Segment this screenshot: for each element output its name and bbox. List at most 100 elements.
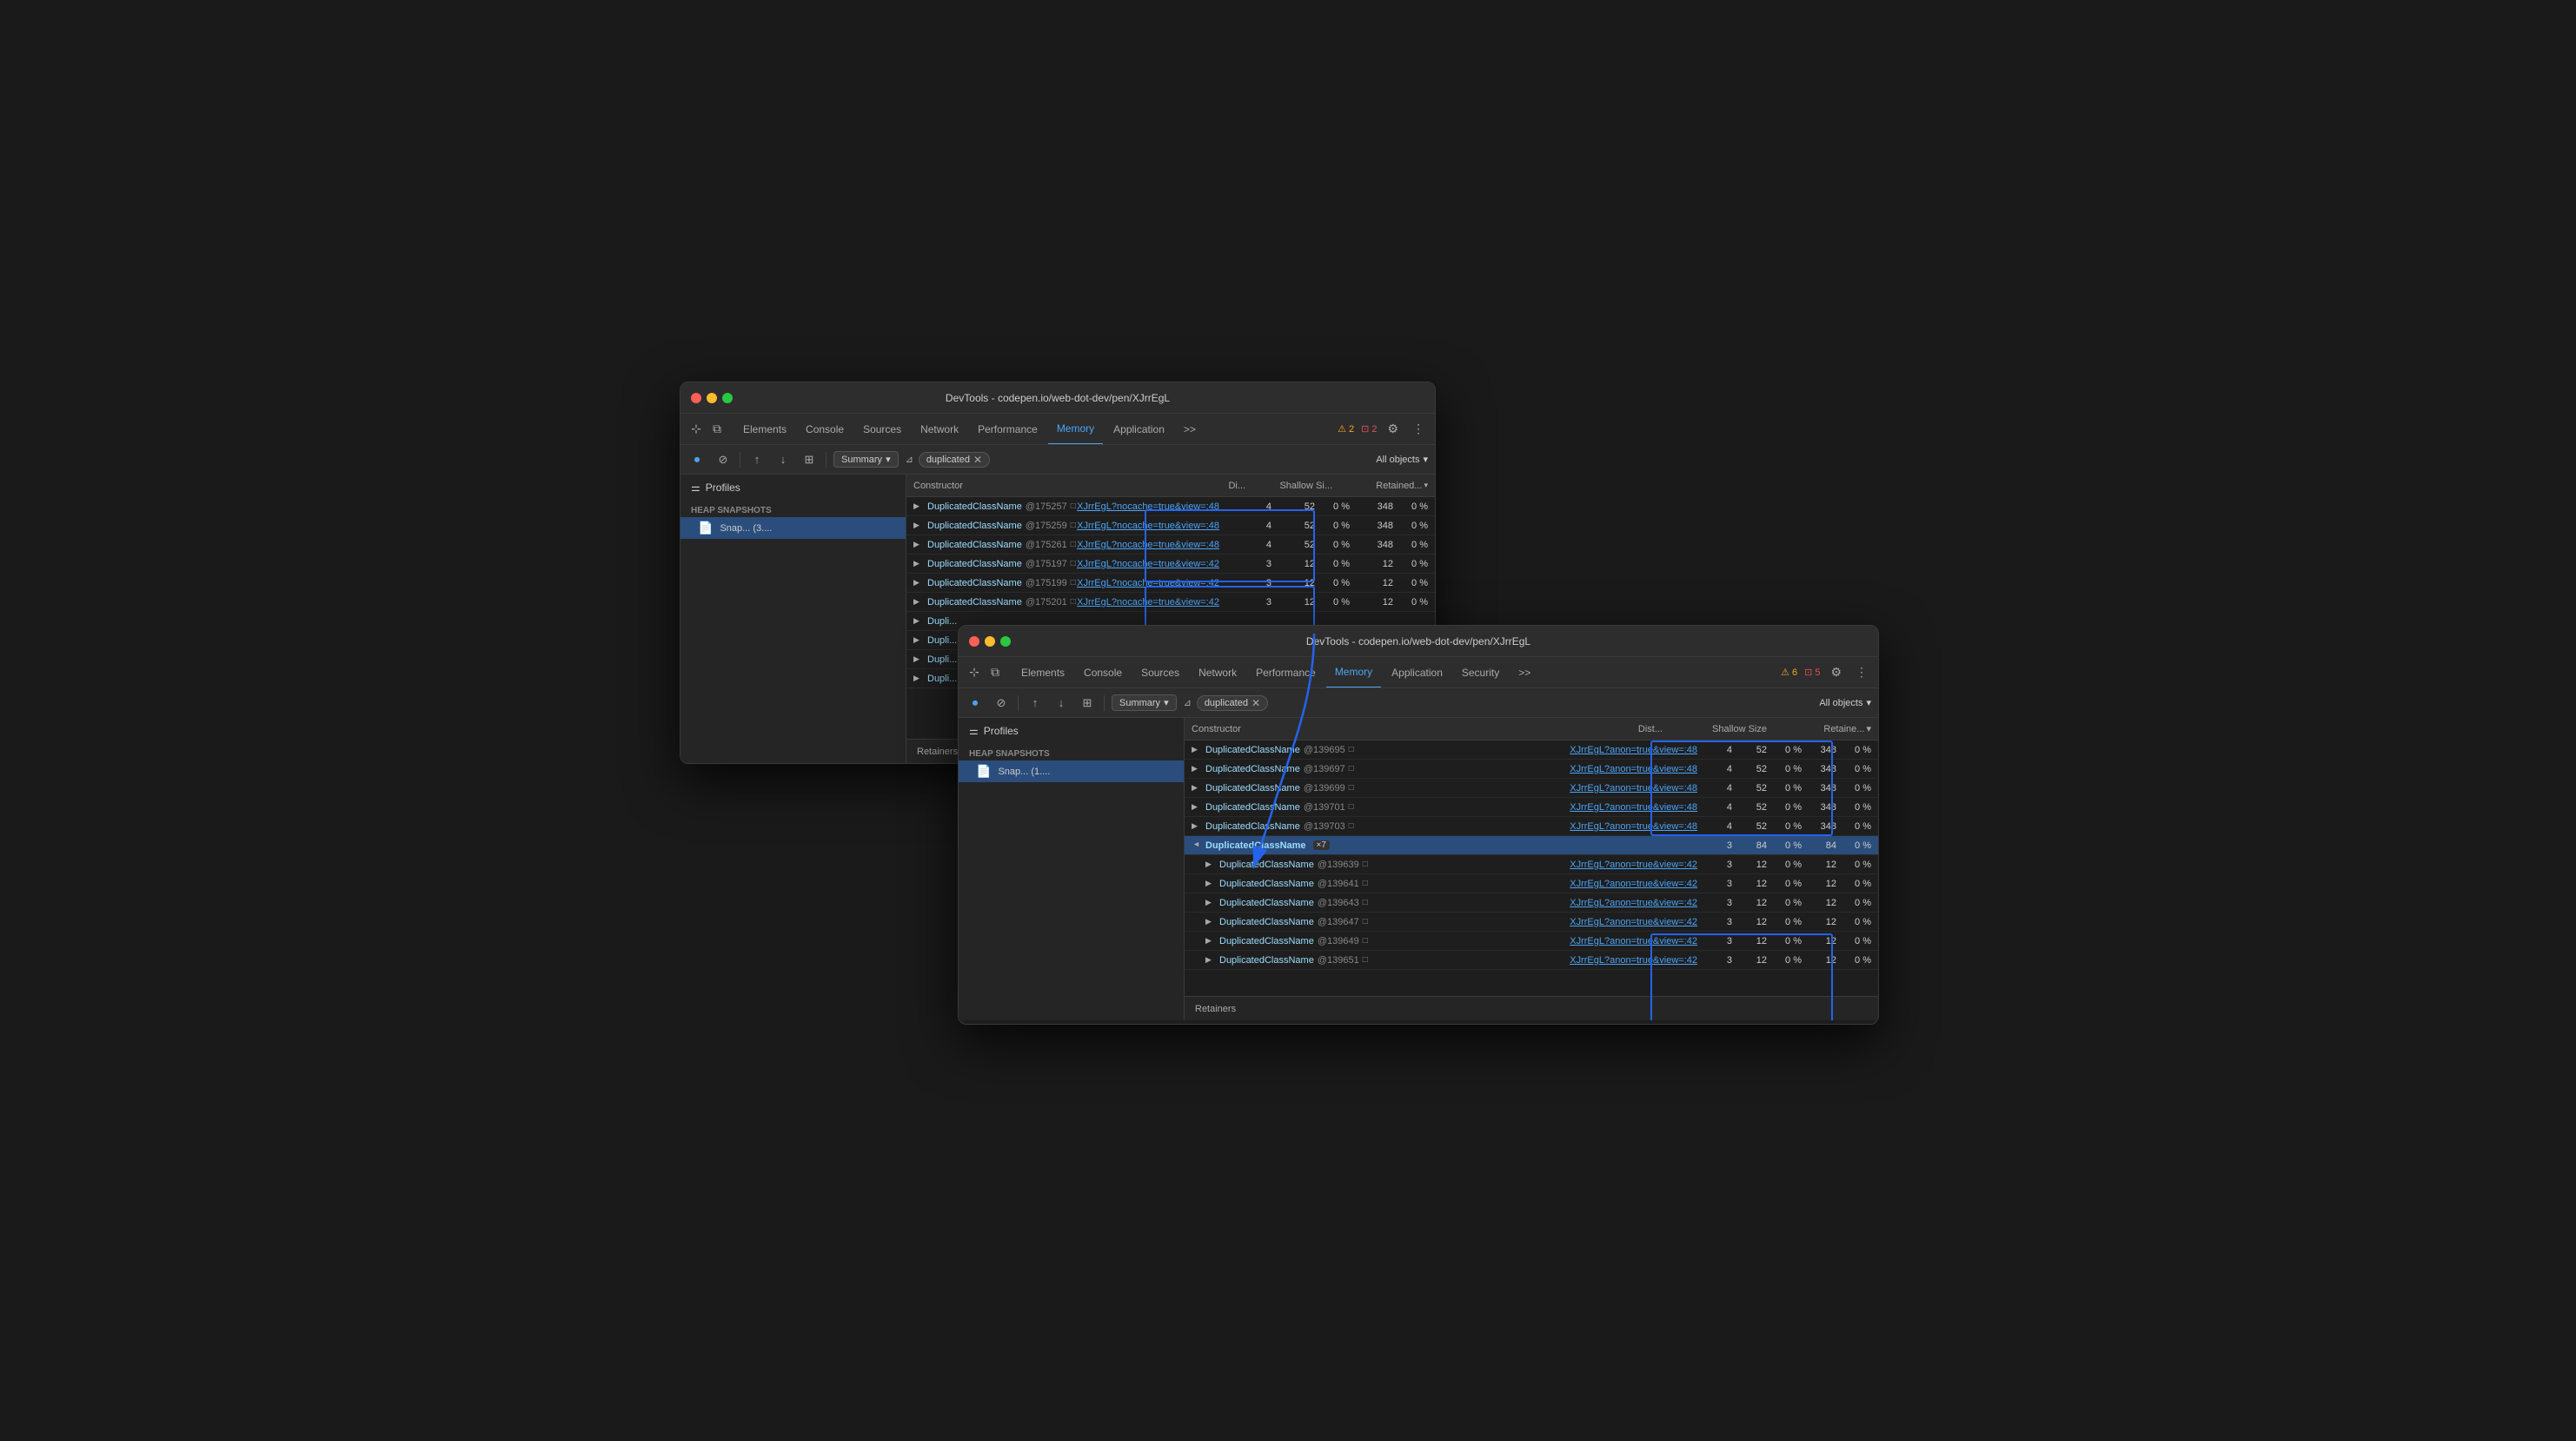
tab-more-2[interactable]: >> xyxy=(1510,657,1539,688)
table-row[interactable]: ▶ DuplicatedClassName @139703 □ XJrrEgL?… xyxy=(1185,817,1878,836)
table-row[interactable]: ▶ DuplicatedClassName @175197 □ XJrrEgL?… xyxy=(906,554,1435,574)
table-row[interactable]: ▶ DuplicatedClassName @139649 □ XJrrEgL?… xyxy=(1185,932,1878,951)
expand-arrow[interactable]: ▶ xyxy=(913,559,924,568)
expand-arrow[interactable]: ▶ xyxy=(913,674,924,683)
expand-arrow[interactable]: ▶ xyxy=(1192,764,1202,774)
file-link[interactable]: XJrrEgL?nocache=true&view=:42 xyxy=(1077,578,1219,588)
tab-sources-2[interactable]: Sources xyxy=(1132,657,1188,688)
expand-arrow[interactable]: ▶ xyxy=(913,578,924,588)
file-link[interactable]: XJrrEgL?anon=true&view=:42 xyxy=(1570,860,1697,870)
layers-icon-2[interactable]: ⧉ xyxy=(986,664,1004,681)
table-row[interactable]: ▶ DuplicatedClassName @139643 □ XJrrEgL?… xyxy=(1185,893,1878,913)
close-button-1[interactable] xyxy=(691,393,701,403)
tab-memory-1[interactable]: Memory xyxy=(1048,414,1103,445)
tab-application-2[interactable]: Application xyxy=(1383,657,1451,688)
expand-arrow[interactable]: ▶ xyxy=(913,616,924,626)
summary-dropdown-1[interactable]: Summary ▾ xyxy=(833,451,899,468)
table-row-group[interactable]: ▼ DuplicatedClassName ×7 3 84 0 % 84 0 % xyxy=(1185,836,1878,855)
expand-arrow[interactable]: ▶ xyxy=(913,521,924,530)
expand-arrow[interactable]: ▶ xyxy=(913,597,924,607)
file-link[interactable]: XJrrEgL?nocache=true&view=:48 xyxy=(1077,501,1219,512)
tab-memory-2[interactable]: Memory xyxy=(1326,657,1381,688)
tab-elements-2[interactable]: Elements xyxy=(1012,657,1073,688)
download-button-1[interactable]: ↓ xyxy=(773,450,793,469)
file-link[interactable]: XJrrEgL?anon=true&view=:48 xyxy=(1570,821,1697,832)
table-row[interactable]: ▶ DuplicatedClassName @139699 □ XJrrEgL?… xyxy=(1185,779,1878,798)
expand-arrow[interactable]: ▶ xyxy=(1205,917,1216,926)
upload-button-1[interactable]: ↑ xyxy=(747,450,767,469)
expand-arrow[interactable]: ▶ xyxy=(913,635,924,645)
file-link[interactable]: XJrrEgL?anon=true&view=:48 xyxy=(1570,764,1697,774)
upload-button-2[interactable]: ↑ xyxy=(1026,694,1045,713)
file-link[interactable]: XJrrEgL?anon=true&view=:42 xyxy=(1570,917,1697,927)
snapshot-item-1[interactable]: 📄 Snap... (3.... xyxy=(681,517,906,539)
expand-arrow[interactable]: ▶ xyxy=(1205,879,1216,888)
file-link[interactable]: XJrrEgL?anon=true&view=:42 xyxy=(1570,898,1697,908)
expand-arrow[interactable]: ▶ xyxy=(913,501,924,511)
expand-arrow[interactable]: ▶ xyxy=(913,540,924,549)
grid-button-1[interactable]: ⊞ xyxy=(800,450,819,469)
maximize-button-1[interactable] xyxy=(722,393,733,403)
tab-performance-2[interactable]: Performance xyxy=(1247,657,1325,688)
minimize-button-1[interactable] xyxy=(707,393,717,403)
table-row[interactable]: ▶ DuplicatedClassName @139651 □ XJrrEgL?… xyxy=(1185,951,1878,970)
expand-arrow[interactable]: ▶ xyxy=(1205,955,1216,965)
table-row[interactable]: ▶ DuplicatedClassName @139697 □ XJrrEgL?… xyxy=(1185,760,1878,779)
table-row[interactable]: ▶ DuplicatedClassName @175199 □ XJrrEgL?… xyxy=(906,574,1435,593)
stop-button-2[interactable]: ⊘ xyxy=(992,694,1011,713)
table-row[interactable]: ▶ DuplicatedClassName @139639 □ XJrrEgL?… xyxy=(1185,855,1878,874)
expand-arrow[interactable]: ▶ xyxy=(913,654,924,664)
expand-arrow[interactable]: ▶ xyxy=(1192,802,1202,812)
col-retained-header-1[interactable]: Retained... ▾ xyxy=(1332,481,1428,491)
expand-arrow[interactable]: ▶ xyxy=(1205,860,1216,869)
close-button-2[interactable] xyxy=(969,636,979,647)
minimize-button-2[interactable] xyxy=(985,636,995,647)
tab-sources-1[interactable]: Sources xyxy=(854,414,910,445)
file-link[interactable]: XJrrEgL?anon=true&view=:48 xyxy=(1570,783,1697,794)
table-row[interactable]: ▶ DuplicatedClassName @139695 □ XJrrEgL?… xyxy=(1185,740,1878,760)
expand-arrow[interactable]: ▶ xyxy=(1192,821,1202,831)
expand-arrow[interactable]: ▶ xyxy=(1205,898,1216,907)
record-button-1[interactable]: ⏺ xyxy=(687,450,707,469)
download-button-2[interactable]: ↓ xyxy=(1052,694,1071,713)
filter-close-1[interactable]: ✕ xyxy=(973,454,982,466)
more-icon-2[interactable]: ⋮ xyxy=(1852,663,1871,681)
file-link[interactable]: XJrrEgL?anon=true&view=:48 xyxy=(1570,802,1697,813)
objects-dropdown-1[interactable]: All objects ▾ xyxy=(1376,454,1428,465)
tab-elements-1[interactable]: Elements xyxy=(734,414,795,445)
settings-icon-2[interactable]: ⚙ xyxy=(1827,663,1845,681)
tab-network-1[interactable]: Network xyxy=(912,414,967,445)
filter-value-2[interactable]: duplicated ✕ xyxy=(1197,695,1268,711)
cursor-icon-2[interactable]: ⊹ xyxy=(966,664,983,681)
file-link[interactable]: XJrrEgL?nocache=true&view=:42 xyxy=(1077,597,1219,608)
tab-application-1[interactable]: Application xyxy=(1105,414,1173,445)
settings-icon-1[interactable]: ⚙ xyxy=(1384,420,1402,438)
filter-value-1[interactable]: duplicated ✕ xyxy=(919,452,990,468)
layers-icon[interactable]: ⧉ xyxy=(708,421,726,438)
grid-button-2[interactable]: ⊞ xyxy=(1078,694,1097,713)
table-row[interactable]: ▶ DuplicatedClassName @175259 □ XJrrEgL?… xyxy=(906,516,1435,535)
table-row[interactable]: ▶ DuplicatedClassName @175201 □ XJrrEgL?… xyxy=(906,593,1435,612)
summary-dropdown-2[interactable]: Summary ▾ xyxy=(1112,694,1177,711)
tab-more-1[interactable]: >> xyxy=(1175,414,1205,445)
tab-network-2[interactable]: Network xyxy=(1190,657,1245,688)
col-retained-header-2[interactable]: Retaine... ▾ xyxy=(1767,723,1871,734)
more-icon-1[interactable]: ⋮ xyxy=(1409,420,1428,438)
expand-arrow[interactable]: ▶ xyxy=(1192,745,1202,754)
table-row[interactable]: ▶ DuplicatedClassName @139641 □ XJrrEgL?… xyxy=(1185,874,1878,893)
tab-security-2[interactable]: Security xyxy=(1453,657,1508,688)
expand-arrow[interactable]: ▼ xyxy=(1192,840,1201,851)
objects-dropdown-2[interactable]: All objects ▾ xyxy=(1819,697,1871,708)
table-row[interactable]: ▶ DuplicatedClassName @175261 □ XJrrEgL?… xyxy=(906,535,1435,554)
tab-console-2[interactable]: Console xyxy=(1075,657,1131,688)
file-link[interactable]: XJrrEgL?nocache=true&view=:48 xyxy=(1077,540,1219,550)
expand-arrow[interactable]: ▶ xyxy=(1192,783,1202,793)
tab-console-1[interactable]: Console xyxy=(797,414,853,445)
file-link[interactable]: XJrrEgL?anon=true&view=:42 xyxy=(1570,936,1697,946)
record-button-2[interactable]: ⏺ xyxy=(966,694,985,713)
expand-arrow[interactable]: ▶ xyxy=(1205,936,1216,946)
file-link[interactable]: XJrrEgL?nocache=true&view=:48 xyxy=(1077,521,1219,531)
maximize-button-2[interactable] xyxy=(1000,636,1011,647)
file-link[interactable]: XJrrEgL?nocache=true&view=:42 xyxy=(1077,559,1219,569)
stop-button-1[interactable]: ⊘ xyxy=(714,450,733,469)
